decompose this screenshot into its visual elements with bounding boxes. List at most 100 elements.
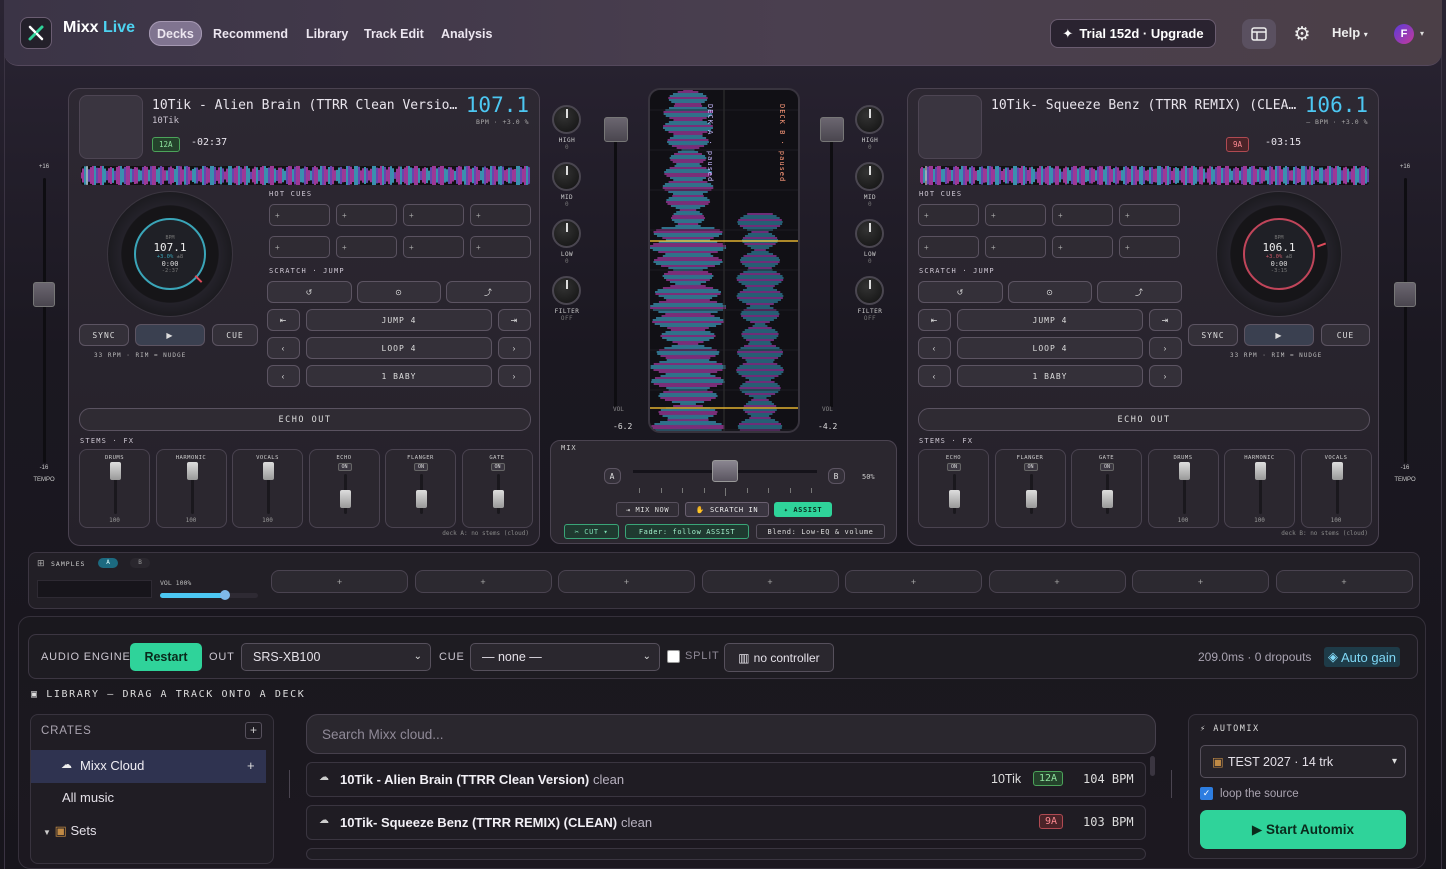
volume-handle-a[interactable] <box>604 117 628 142</box>
loop-source-checkbox[interactable]: ✓ <box>1200 787 1213 800</box>
hot-cue-pad[interactable]: + <box>269 236 330 258</box>
loop-button[interactable]: LOOP 4 <box>306 337 492 359</box>
mix-b-button[interactable]: B <box>828 468 845 484</box>
slider-handle[interactable] <box>186 462 198 480</box>
cut-dropdown[interactable]: ✂ CUT ▾ <box>564 524 619 539</box>
hot-cue-pad[interactable]: + <box>1119 236 1180 258</box>
hot-cue-pad[interactable]: + <box>918 236 979 258</box>
table-row[interactable] <box>306 848 1146 860</box>
loop-next-button[interactable]: › <box>498 337 531 359</box>
volume-handle-b[interactable] <box>820 117 844 142</box>
eq-knob-mid[interactable] <box>855 162 884 191</box>
mix-now-button[interactable]: ⇥ MIX NOW <box>616 502 679 517</box>
slider-handle[interactable] <box>110 462 121 480</box>
hot-cue-pad[interactable]: + <box>336 204 397 226</box>
crate-sets[interactable]: ▼ ▣ Sets <box>43 823 96 839</box>
baby-next-button[interactable]: › <box>498 365 531 387</box>
cue-device-select[interactable]: — none — ⌄ <box>470 643 660 671</box>
loop-prev-button[interactable]: ‹ <box>267 337 300 359</box>
avatar[interactable]: F <box>1394 24 1414 44</box>
baby-button[interactable]: 1 BABY <box>306 365 492 387</box>
volume-fader-b[interactable] <box>820 117 844 417</box>
volume-fader-a[interactable] <box>604 117 628 417</box>
jump-forward-button[interactable]: ⇥ <box>498 309 531 331</box>
scratch-undo-button[interactable]: ↺ <box>918 281 1003 303</box>
echo-out-button-b[interactable]: ECHO OUT <box>918 408 1370 431</box>
stem-fx-slot[interactable]: GATE ON <box>461 449 533 528</box>
samples-vol-slider[interactable] <box>160 590 258 600</box>
stem-fx-slot[interactable]: HARMONIC 100 <box>155 449 227 528</box>
nav-analysis[interactable]: Analysis <box>441 21 492 46</box>
auto-gain-button[interactable]: ◈ Auto gain <box>1324 647 1400 667</box>
slider-handle[interactable] <box>1178 462 1190 480</box>
add-crate-button[interactable]: + <box>245 722 262 739</box>
tempo-slider-b[interactable]: +16 -16 TEMPO <box>1393 160 1417 490</box>
hot-cue-pad[interactable]: + <box>470 236 531 258</box>
fx-on-toggle[interactable]: ON <box>1100 463 1114 471</box>
slider-handle[interactable] <box>263 462 274 480</box>
scratch-undo-button[interactable]: ↺ <box>267 281 352 303</box>
samples-tab-a[interactable]: A <box>98 558 118 568</box>
stem-fx-slot[interactable]: VOCALS 100 <box>1300 449 1372 528</box>
loop-next-button[interactable]: › <box>1149 337 1182 359</box>
nav-track-edit[interactable]: Track Edit <box>364 21 424 46</box>
search-input[interactable]: Search Mixx cloud... <box>306 714 1156 754</box>
chevron-down-icon[interactable]: ▾ <box>1420 29 1424 38</box>
stem-fx-slot[interactable]: FLANGER ON <box>994 449 1066 528</box>
slider-handle[interactable] <box>1255 462 1266 480</box>
nav-library[interactable]: Library <box>306 21 348 46</box>
samples-tab-b[interactable]: B <box>130 558 150 568</box>
automix-source-select[interactable]: ▣ TEST 2027 · 14 trk ▾ <box>1200 745 1406 778</box>
sample-pad[interactable]: + <box>414 570 552 593</box>
sample-pad[interactable]: + <box>271 570 408 593</box>
output-device-select[interactable]: SRS-XB100 ⌄ <box>241 643 431 671</box>
hot-cue-pad[interactable]: + <box>403 204 464 226</box>
hot-cue-pad[interactable]: + <box>336 236 397 258</box>
fx-on-toggle[interactable]: ON <box>490 463 505 471</box>
slider-handle[interactable] <box>492 490 504 508</box>
jump-back-button[interactable]: ⇤ <box>918 309 951 331</box>
splitter-right[interactable] <box>1171 770 1172 798</box>
hot-cue-pad[interactable]: + <box>1119 204 1180 226</box>
sample-pad[interactable]: + <box>988 570 1126 593</box>
baby-prev-button[interactable]: ‹ <box>267 365 300 387</box>
sample-pad[interactable]: + <box>1275 570 1413 593</box>
baby-button[interactable]: 1 BABY <box>957 365 1143 387</box>
assist-button[interactable]: ✦ ASSIST <box>774 502 832 517</box>
crossfader-handle[interactable] <box>712 460 738 482</box>
hot-cue-pad[interactable]: + <box>985 204 1046 226</box>
eq-knob-mid[interactable] <box>552 162 581 191</box>
table-row[interactable]: ☁ 10Tik- Squeeze Benz (TTRR REMIX) (CLEA… <box>306 805 1146 840</box>
start-automix-button[interactable]: ▶ Start Automix <box>1200 810 1406 849</box>
eq-knob-low[interactable] <box>552 219 581 248</box>
splitter-left[interactable] <box>289 770 290 798</box>
slider-handle[interactable] <box>416 490 427 508</box>
stem-fx-slot[interactable]: ECHO ON <box>308 449 380 528</box>
hot-cue-pad[interactable]: + <box>918 204 979 226</box>
jump-forward-button[interactable]: ⇥ <box>1149 309 1182 331</box>
slider-handle[interactable] <box>949 490 960 508</box>
jog-wheel-a[interactable]: BPM 107.1 +3.0% ±8 0:00 -2:37 <box>107 191 233 317</box>
sample-pad[interactable]: + <box>558 570 695 593</box>
loop-button[interactable]: LOOP 4 <box>957 337 1143 359</box>
fader-follow-button[interactable]: Fader: follow ASSIST <box>625 524 749 539</box>
scrolling-waveforms[interactable]: DECK A · paused DECK B · paused <box>648 88 800 433</box>
nav-recommend[interactable]: Recommend <box>213 21 288 46</box>
cue-button-b[interactable]: CUE <box>1321 324 1370 346</box>
table-row[interactable]: ☁ 10Tik - Alien Brain (TTRR Clean Versio… <box>306 762 1146 797</box>
baby-prev-button[interactable]: ‹ <box>918 365 951 387</box>
slider-handle[interactable] <box>1331 462 1343 480</box>
eq-knob-high[interactable] <box>855 105 884 134</box>
fx-on-toggle[interactable]: ON <box>947 463 961 471</box>
fx-on-toggle[interactable]: ON <box>1023 463 1038 471</box>
slider-handle[interactable] <box>1025 490 1037 508</box>
list-scrollbar[interactable] <box>1150 756 1155 776</box>
restart-button[interactable]: Restart <box>130 643 202 671</box>
echo-out-button-a[interactable]: ECHO OUT <box>79 408 531 431</box>
settings-button[interactable]: ⚙ <box>1285 19 1319 49</box>
cue-button-a[interactable]: CUE <box>212 324 258 346</box>
trial-upgrade-button[interactable]: ✦ Trial 152d · Upgrade <box>1050 19 1216 48</box>
eq-knob-filter[interactable] <box>552 276 581 305</box>
jump-button[interactable]: JUMP 4 <box>957 309 1143 331</box>
logo-icon[interactable] <box>20 17 52 49</box>
